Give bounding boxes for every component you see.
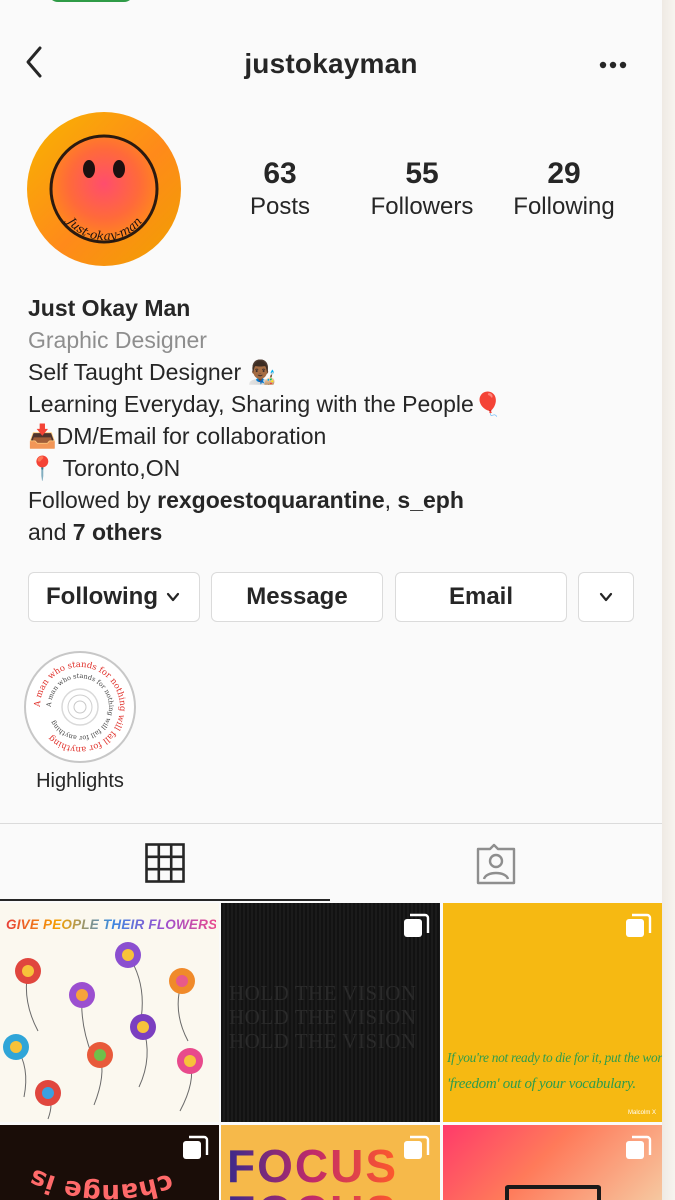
focus-text: FOCUS	[227, 1140, 398, 1192]
post-thumbnail-focus[interactable]: FOCUS FOCUS	[221, 1125, 440, 1200]
following-count-label: Following	[513, 193, 615, 220]
chevron-down-icon	[166, 592, 180, 602]
multiple-posts-icon	[183, 1135, 209, 1159]
suggested-accounts-button[interactable]	[578, 572, 634, 622]
post-thumbnail-flowers[interactable]: GIVE PEOPLE THEIR FLOWERS	[0, 903, 219, 1122]
followers-count-value: 55	[405, 157, 439, 190]
quote-credit: Malcolm X	[627, 1110, 656, 1116]
post-text: HOLD THE VISION HOLD THE VISION HOLD THE…	[229, 981, 417, 1053]
post-thumbnail-gradient[interactable]	[443, 1125, 662, 1200]
bio-line: 📥DM/Email for collaboration	[28, 423, 327, 449]
multiple-posts-icon	[404, 1135, 430, 1159]
following-count-value: 29	[547, 157, 581, 190]
posts-count[interactable]: 63 Posts	[240, 156, 320, 222]
followed-by-user[interactable]: rexgoestoquarantine	[157, 487, 385, 513]
status-indicator	[48, 0, 134, 2]
followers-count-label: Followers	[370, 193, 474, 220]
device-frame-shape	[505, 1185, 601, 1200]
followed-by-others[interactable]: and 7 others	[28, 516, 648, 548]
svg-text:change is: change is	[25, 1162, 177, 1200]
tagged-user-icon	[476, 843, 516, 885]
followed-by[interactable]: Followed by rexgoestoquarantine, s_eph	[28, 484, 648, 516]
screen-edge	[662, 0, 675, 1200]
post-thumbnail-hold-the-vision[interactable]: HOLD THE VISION HOLD THE VISION HOLD THE…	[221, 903, 440, 1122]
quote-line: If you're not ready to die for it, put t…	[447, 1050, 662, 1065]
highlight-cover: A man who stands for nothing will fall f…	[31, 658, 129, 756]
message-button[interactable]: Message	[211, 572, 383, 622]
followed-by-count: 7 others	[72, 519, 163, 545]
profile-category: Graphic Designer	[28, 327, 207, 353]
followed-by-and: and	[28, 519, 73, 545]
post-thumbnail-change-is[interactable]: change is	[0, 1125, 219, 1200]
display-name: Just Okay Man	[28, 295, 191, 321]
multiple-posts-icon	[404, 913, 430, 937]
profile-bio: Just Okay Man Graphic Designer Self Taug…	[28, 292, 648, 548]
tab-posts-grid[interactable]	[0, 824, 330, 902]
followed-by-separator: ,	[384, 487, 398, 513]
bio-location: 📍 Toronto,ON	[28, 455, 181, 481]
more-options-button[interactable]	[596, 50, 636, 80]
highlight-label: Highlights	[36, 770, 124, 792]
following-button-label: Following	[46, 583, 158, 610]
flowers-illustration	[3, 942, 203, 1120]
profile-username: justokayman	[244, 48, 418, 79]
post-thumbnail-freedom-quote[interactable]: If you're not ready to die for it, put t…	[443, 903, 662, 1122]
posts-count-label: Posts	[249, 193, 311, 220]
highlight-spiral-image: A man who stands for nothing will fall f…	[31, 658, 129, 756]
story-highlight[interactable]: A man who stands for nothing will fall f…	[24, 651, 136, 763]
bio-line: Learning Everyday, Sharing with the Peop…	[28, 391, 503, 417]
following-count[interactable]: 29 Following	[504, 156, 624, 222]
tab-tagged[interactable]	[331, 824, 662, 902]
multiple-posts-icon	[626, 913, 652, 937]
chevron-down-icon	[599, 592, 613, 602]
followed-by-prefix: Followed by	[28, 487, 158, 513]
profile-header: justokayman	[0, 30, 662, 100]
bio-line: Self Taught Designer 👨🏾‍🎨	[28, 359, 277, 385]
message-button-label: Message	[246, 583, 348, 610]
followers-count[interactable]: 55 Followers	[362, 156, 482, 222]
multiple-posts-icon	[626, 1135, 652, 1159]
email-button[interactable]: Email	[395, 572, 567, 622]
quote-line: 'freedom' out of your vocabulary.	[447, 1076, 636, 1092]
followed-by-user[interactable]: s_eph	[397, 487, 463, 513]
email-button-label: Email	[448, 583, 514, 610]
ellipsis-icon	[599, 61, 627, 69]
following-button[interactable]: Following	[28, 572, 200, 622]
quote-text: If you're not ready to die for it, put t…	[447, 1045, 662, 1097]
posts-count-value: 63	[263, 157, 297, 190]
smiley-face-logo: Just-okay-man	[27, 112, 181, 266]
focus-text-echo: FOCUS	[227, 1189, 398, 1200]
active-tab-indicator	[0, 899, 330, 901]
grid-icon	[145, 843, 185, 883]
profile-avatar[interactable]: Just-okay-man	[27, 112, 181, 266]
